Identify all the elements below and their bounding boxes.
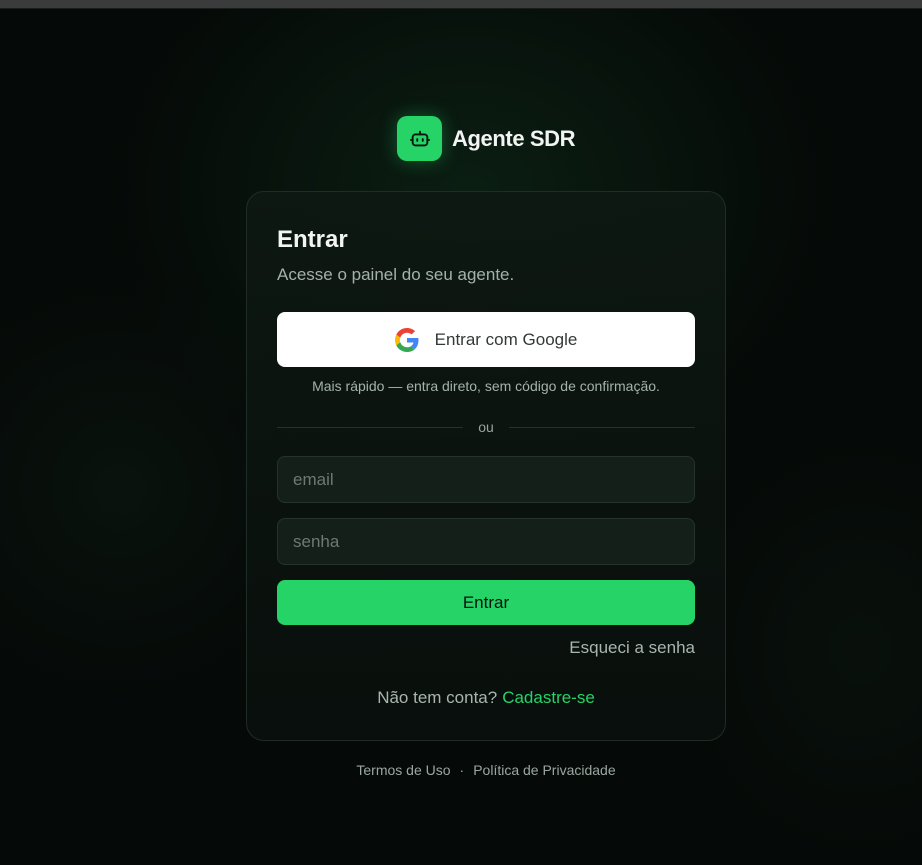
google-login-button[interactable]: Entrar com Google (277, 312, 695, 367)
login-subtitle: Acesse o painel do seu agente. (277, 265, 515, 284)
signup-prompt-text: Não tem conta? (377, 688, 498, 707)
email-input[interactable] (277, 456, 695, 503)
brand-name: Agente SDR (452, 125, 576, 151)
brand-header: Agente SDR (397, 116, 576, 161)
footer-separator: · (459, 762, 465, 778)
footer-links: Termos de Uso · Política de Privacidade (246, 762, 726, 778)
google-login-hint: Mais rápido — entra direto, sem código d… (312, 378, 660, 394)
signup-link[interactable]: Cadastre-se (502, 688, 595, 707)
login-card: Entrar Acesse o painel do seu agente. En… (246, 191, 726, 741)
or-divider: ou (277, 417, 695, 437)
login-submit-button[interactable]: Entrar (277, 580, 695, 625)
forgot-password-link[interactable]: Esqueci a senha (569, 638, 695, 658)
google-icon (394, 327, 419, 352)
robot-icon (397, 116, 442, 161)
password-input[interactable] (277, 518, 695, 565)
privacy-link[interactable]: Política de Privacidade (473, 762, 615, 778)
browser-top-bar (0, 0, 922, 9)
signup-prompt: Não tem conta? Cadastre-se (277, 688, 695, 708)
terms-link[interactable]: Termos de Uso (356, 762, 450, 778)
google-login-label: Entrar com Google (434, 329, 578, 349)
login-title: Entrar (277, 226, 348, 253)
divider-line-right (509, 427, 695, 428)
